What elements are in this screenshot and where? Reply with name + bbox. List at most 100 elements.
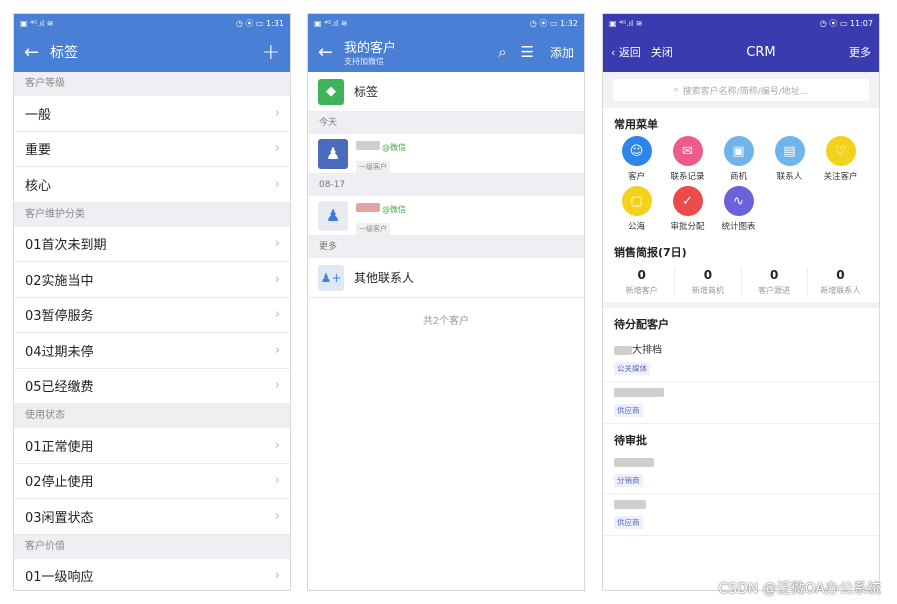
list-item[interactable]: 供应商	[603, 382, 879, 424]
tag-label: 04过期未停	[25, 344, 94, 360]
tag-row[interactable]: 03闲置状态 ›	[14, 499, 290, 535]
phone-crm-screen: ▣ ⁴ᴳ.ıl ≋ ◷ ⦿ ▭ 11:07 ‹ 返回 关闭 CRM 更多 ⌕ 搜…	[602, 13, 880, 591]
menu-icon: ∿	[723, 186, 754, 216]
chevron-right-icon: ›	[274, 105, 280, 121]
tag-row[interactable]: 02停止使用 ›	[14, 463, 290, 499]
menu-icon: ▤	[774, 136, 805, 166]
contact-add-icon: ♟+	[318, 264, 344, 291]
level-badge: 一级客户	[356, 160, 390, 173]
approve-title: 待审批	[614, 434, 647, 447]
tag-row[interactable]: 01一级响应 ›	[14, 558, 290, 590]
report-title: 销售简报(7日)	[614, 246, 687, 259]
chevron-right-icon: ›	[274, 307, 280, 323]
status-bar: ▣ ⁴ᴳ.ıl ≋ ◷ ⦿ ▭ 1:32	[308, 14, 584, 32]
tag-row[interactable]: 01正常使用 ›	[14, 428, 290, 464]
tag-label: 01首次未到期	[25, 238, 107, 254]
menu-label: 公海	[627, 222, 645, 232]
stat-value: 0	[836, 268, 845, 282]
menu-item[interactable]: ▣ 商机	[713, 136, 764, 182]
menu-item[interactable]: ▢ 公海	[611, 186, 662, 232]
menu-icon: ♡	[825, 136, 856, 166]
menu-icon: ▣	[723, 136, 754, 166]
tag-entry[interactable]: ◆ 标签	[308, 72, 584, 112]
menu-item[interactable]: ▤ 联系人	[764, 136, 815, 182]
tag-row[interactable]: 核心 ›	[14, 167, 290, 203]
add-icon[interactable]: +	[262, 40, 280, 65]
back-arrow-icon[interactable]: ←	[318, 42, 344, 63]
tag-row[interactable]: 04过期未停 ›	[14, 333, 290, 369]
menu-item[interactable]: ✉ 联系记录	[662, 136, 713, 182]
search-icon[interactable]: ⌕	[498, 43, 506, 61]
section-header: 今天	[308, 112, 584, 134]
menu-item[interactable]: ♡ 关注客户	[815, 136, 866, 182]
tag-label: 01一级响应	[25, 570, 94, 586]
chevron-right-icon: ›	[274, 473, 280, 489]
stat-item[interactable]: 0 新增商机	[675, 268, 742, 296]
menu-label: 统计图表	[721, 222, 756, 232]
filter-icon[interactable]: ☰	[521, 43, 534, 61]
menu-item[interactable]: ∿ 统计图表	[713, 186, 764, 232]
total-count: 共2个客户	[422, 316, 470, 327]
menu-label: 商机	[729, 172, 747, 182]
list-item[interactable]: 分销商	[603, 452, 879, 494]
tag-row[interactable]: 05已经缴费 ›	[14, 368, 290, 404]
category-tag: 供应商	[614, 516, 643, 529]
chevron-right-icon: ›	[274, 437, 280, 453]
stat-item[interactable]: 0 客户跟进	[742, 268, 808, 296]
nav-bar: ‹ 返回 关闭 CRM 更多	[603, 32, 879, 72]
list-item[interactable]: 供应商	[603, 494, 879, 536]
menu-label: 关注客户	[823, 172, 858, 182]
chevron-right-icon: ›	[274, 378, 280, 394]
back-button[interactable]: ‹ 返回	[611, 44, 641, 60]
stat-item[interactable]: 0 新增联系人	[808, 268, 873, 296]
watermark: CSDN @泛微OA办公系统	[718, 581, 881, 597]
chevron-right-icon: ›	[274, 342, 280, 358]
stat-value: 0	[703, 268, 713, 282]
menu-icon: ✉	[672, 136, 703, 166]
stat-label: 新增客户	[625, 286, 658, 295]
avatar: ♟	[318, 200, 348, 231]
phone-customers-screen: ▣ ⁴ᴳ.ıl ≋ ◷ ⦿ ▭ 1:32 ← 我的客户 支持加微信 ⌕ ☰ 添加…	[307, 13, 585, 591]
tag-label: 核心	[25, 178, 52, 194]
stat-value: 0	[769, 268, 779, 282]
close-button[interactable]: 关闭	[651, 44, 673, 60]
menu-item[interactable]: ✓ 审批分配	[662, 186, 713, 232]
assign-title: 待分配客户	[614, 318, 669, 331]
tag-label: 05已经缴费	[25, 380, 94, 396]
tag-label: 03暂停服务	[25, 309, 94, 325]
tag-row[interactable]: 01首次未到期 ›	[14, 226, 290, 262]
page-title: 我的客户	[344, 41, 397, 56]
tag-row[interactable]: 02实施当中 ›	[14, 262, 290, 298]
page-subtitle: 支持加微信	[344, 57, 384, 66]
tag-list: 客户等级 一般 › 重要 › 核心 › 客户维护分类 01首次未到期 › 02实施当中 › 03暂停服务…	[14, 72, 290, 590]
category-tag: 分销商	[614, 474, 643, 487]
tag-row[interactable]: 重要 ›	[14, 131, 290, 167]
category-tag: 供应商	[614, 404, 643, 417]
tag-row[interactable]: 03暂停服务 ›	[14, 297, 290, 333]
menu-label: 客户	[627, 172, 645, 182]
search-input[interactable]: ⌕ 搜索客户名称/简称/编号/地址...	[613, 79, 869, 101]
stat-item[interactable]: 0 新增客户	[609, 268, 676, 296]
more-button[interactable]: 更多	[849, 44, 871, 60]
nav-bar: ← 我的客户 支持加微信 ⌕ ☰ 添加	[308, 32, 584, 72]
tag-label: 一般	[25, 107, 52, 123]
tag-row[interactable]: 一般 ›	[14, 96, 290, 132]
status-bar: ▣ ⁴ᴳ.ıl ≋ ◷ ⦿ ▭ 11:07	[603, 14, 879, 32]
customer-row[interactable]: ♟ @微信 一级客户	[308, 134, 584, 174]
back-arrow-icon[interactable]: ←	[24, 42, 50, 63]
menu-icon: ☺	[621, 136, 652, 166]
customer-row[interactable]: ♟ @微信 一级客户	[308, 196, 584, 236]
list-item[interactable]: 大排档 公关媒体	[603, 336, 879, 382]
add-button[interactable]: 添加	[550, 44, 574, 61]
chevron-right-icon: ›	[274, 141, 280, 157]
menu-label: 联系记录	[670, 172, 705, 182]
tag-label: 01正常使用	[25, 439, 94, 455]
avatar: ♟	[318, 138, 348, 169]
tag-label: 02停止使用	[25, 475, 94, 491]
search-icon: ⌕	[673, 85, 679, 95]
menu-title: 常用菜单	[614, 118, 658, 131]
chevron-right-icon: ›	[274, 236, 280, 252]
tag-icon: ◆	[318, 78, 344, 105]
other-contacts-row[interactable]: ♟+ 其他联系人	[308, 258, 584, 298]
menu-item[interactable]: ☺ 客户	[611, 136, 662, 182]
